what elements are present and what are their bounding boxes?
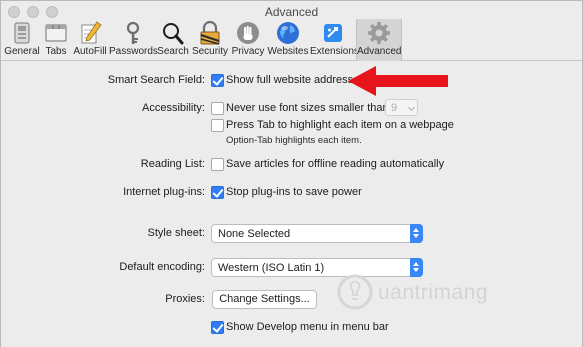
privacy-icon: [237, 22, 259, 44]
style-sheet-label: Style sheet:: [147, 227, 205, 239]
advanced-gear-icon: [368, 22, 390, 44]
tab-autofill[interactable]: AutoFill: [71, 19, 109, 61]
tabs-icon: [45, 24, 67, 42]
extensions-icon: [324, 24, 342, 42]
watermark-text: uantrimang: [378, 281, 489, 304]
advanced-settings-panel: Smart Search Field: Show full website ad…: [1, 62, 582, 347]
proxies-label: Proxies:: [165, 293, 205, 305]
save-offline-text: Save articles for offline reading automa…: [226, 158, 445, 170]
autofill-icon: [81, 21, 102, 44]
search-icon: [163, 23, 184, 45]
min-font-size-checkbox[interactable]: [211, 102, 224, 115]
tab-tabs-label: Tabs: [45, 46, 67, 57]
tab-autofill-label: AutoFill: [73, 46, 107, 57]
tab-passwords[interactable]: Passwords: [109, 19, 158, 61]
option-tab-note: Option-Tab highlights each item.: [226, 135, 362, 146]
stop-plugins-checkbox[interactable]: [211, 186, 224, 199]
window-title: Advanced: [264, 5, 319, 19]
tab-advanced[interactable]: Advanced: [356, 19, 402, 61]
min-font-size-value: 9: [391, 102, 398, 114]
reading-list-label: Reading List:: [140, 158, 205, 170]
min-font-size-text: Never use font sizes smaller than: [226, 102, 389, 114]
change-settings-button[interactable]: Change Settings...: [212, 290, 317, 309]
show-full-address-checkbox[interactable]: [211, 74, 224, 87]
security-icon: [200, 21, 220, 45]
tab-search[interactable]: Search: [156, 19, 190, 61]
save-offline-checkbox[interactable]: [211, 158, 224, 171]
updown-arrows-icon: [410, 224, 423, 243]
preferences-window: Advanced General Tabs AutoFill Passwords…: [0, 0, 583, 347]
smart-search-label: Smart Search Field:: [107, 74, 205, 86]
tab-search-label: Search: [157, 46, 189, 57]
plugins-label: Internet plug-ins:: [123, 186, 205, 198]
press-tab-checkbox[interactable]: [211, 119, 224, 132]
show-develop-menu-checkbox[interactable]: [211, 321, 224, 334]
tab-security-label: Security: [191, 46, 229, 57]
tab-advanced-label: Advanced: [357, 46, 402, 57]
tab-security[interactable]: Security: [190, 19, 230, 61]
default-encoding-value: Western (ISO Latin 1): [218, 262, 325, 274]
chevron-down-icon: [407, 103, 416, 112]
style-sheet-value: None Selected: [218, 228, 291, 240]
general-icon: [14, 22, 30, 44]
red-arrow-annotation: [348, 66, 448, 96]
show-develop-menu-text: Show Develop menu in menu bar: [226, 321, 389, 333]
min-font-size-select[interactable]: 9: [385, 99, 418, 116]
default-encoding-label: Default encoding:: [119, 261, 205, 273]
tab-websites-label: Websites: [267, 46, 309, 57]
tab-general-label: General: [4, 46, 40, 57]
passwords-icon: [126, 21, 139, 44]
preferences-toolbar: General Tabs AutoFill Passwords Search S…: [1, 19, 582, 61]
style-sheet-select[interactable]: None Selected: [211, 224, 423, 243]
tab-privacy[interactable]: Privacy: [230, 19, 266, 61]
tab-passwords-label: Passwords: [109, 46, 158, 57]
stop-plugins-text: Stop plug-ins to save power: [226, 186, 362, 198]
tab-extensions[interactable]: Extensions: [310, 19, 359, 61]
tab-extensions-label: Extensions: [310, 46, 359, 57]
press-tab-text: Press Tab to highlight each item on a we…: [226, 119, 454, 131]
accessibility-label: Accessibility:: [142, 102, 205, 114]
tab-websites[interactable]: Websites: [266, 19, 310, 61]
show-full-address-text: Show full website address: [226, 74, 354, 86]
websites-icon: [277, 22, 299, 44]
tab-privacy-label: Privacy: [231, 46, 265, 57]
tab-tabs[interactable]: Tabs: [41, 19, 71, 61]
tab-general[interactable]: General: [3, 19, 41, 61]
